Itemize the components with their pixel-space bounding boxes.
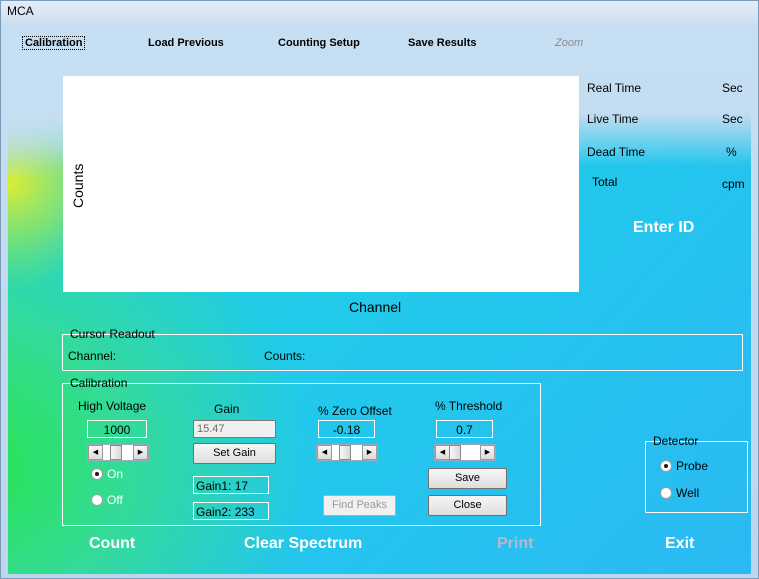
high-voltage-value: 1000 (87, 420, 147, 438)
threshold-label: % Threshold (435, 399, 503, 413)
menu-load-previous[interactable]: Load Previous (148, 37, 224, 49)
detector-well-label: Well (676, 486, 700, 500)
high-voltage-label: High Voltage (78, 399, 147, 413)
print-button[interactable]: Print (497, 535, 533, 553)
high-voltage-scrollbar[interactable]: ◀ ▶ (87, 444, 149, 461)
exit-button[interactable]: Exit (665, 535, 694, 553)
plot-y-axis-label: Counts (70, 163, 86, 208)
menu-zoom[interactable]: Zoom (555, 37, 583, 49)
detector-probe-label: Probe (676, 459, 709, 473)
scroll-right-icon[interactable]: ▶ (133, 445, 148, 460)
hv-on-radio[interactable]: On (91, 467, 123, 481)
plot-x-axis-label: Channel (349, 299, 402, 315)
radio-checked-icon (660, 460, 672, 472)
spectrum-plot[interactable] (63, 76, 579, 292)
zero-offset-scrollbar[interactable]: ◀ ▶ (316, 444, 378, 461)
real-time-label: Real Time (587, 81, 642, 95)
save-button[interactable]: Save (428, 468, 507, 489)
dead-time-label: Dead Time (587, 145, 646, 159)
radio-unchecked-icon (91, 494, 103, 506)
detector-group: Detector (645, 434, 748, 513)
menu-save-results[interactable]: Save Results (408, 37, 476, 49)
close-button[interactable]: Close (428, 495, 507, 516)
detector-title: Detector (653, 434, 699, 448)
zero-offset-label: % Zero Offset (318, 404, 392, 418)
threshold-value: 0.7 (436, 420, 493, 438)
set-gain-button[interactable]: Set Gain (193, 443, 276, 464)
cursor-channel-label: Channel: (68, 349, 117, 363)
total-unit: cpm (722, 177, 745, 191)
clear-spectrum-button[interactable]: Clear Spectrum (244, 535, 362, 553)
radio-unchecked-icon (660, 487, 672, 499)
scroll-left-icon[interactable]: ◀ (435, 445, 450, 460)
hv-on-label: On (107, 467, 124, 481)
live-time-label: Live Time (587, 112, 639, 126)
window-title: MCA (7, 4, 34, 18)
total-label: Total (592, 175, 618, 189)
find-peaks-button[interactable]: Find Peaks (323, 495, 396, 516)
gain-label: Gain (214, 402, 240, 416)
title-bar: MCA (1, 1, 758, 23)
real-time-unit: Sec (722, 81, 743, 95)
scroll-thumb[interactable] (339, 445, 351, 460)
scroll-thumb[interactable] (110, 445, 122, 460)
gain-input[interactable]: 15.47 (193, 420, 276, 438)
detector-well-radio[interactable]: Well (660, 486, 699, 500)
live-time-unit: Sec (722, 112, 743, 126)
client-left-highlight (8, 36, 68, 176)
count-button[interactable]: Count (89, 535, 135, 553)
radio-checked-icon (91, 468, 103, 480)
calibration-title: Calibration (70, 376, 128, 390)
menu-calibration[interactable]: Calibration (21, 36, 86, 50)
hv-off-radio[interactable]: Off (91, 493, 123, 507)
detector-probe-radio[interactable]: Probe (660, 459, 708, 473)
enter-id-button[interactable]: Enter ID (633, 219, 694, 237)
scroll-right-icon[interactable]: ▶ (480, 445, 495, 460)
gain1-value: Gain1: 17 (193, 476, 269, 494)
scroll-left-icon[interactable]: ◀ (317, 445, 332, 460)
menu-counting-setup[interactable]: Counting Setup (278, 37, 360, 49)
threshold-scrollbar[interactable]: ◀ ▶ (434, 444, 496, 461)
scroll-thumb[interactable] (449, 445, 461, 460)
scroll-right-icon[interactable]: ▶ (362, 445, 377, 460)
hv-off-label: Off (107, 493, 123, 507)
gain2-value: Gain2: 233 (193, 502, 269, 520)
scroll-left-icon[interactable]: ◀ (88, 445, 103, 460)
cursor-counts-label: Counts: (264, 349, 306, 363)
cursor-readout-title: Cursor Readout (70, 327, 155, 341)
cursor-readout-group: Cursor Readout (62, 327, 743, 371)
zero-offset-value: -0.18 (318, 420, 375, 438)
dead-time-unit: % (726, 145, 737, 159)
menu-bar: Calibration Load Previous Counting Setup… (17, 36, 717, 51)
